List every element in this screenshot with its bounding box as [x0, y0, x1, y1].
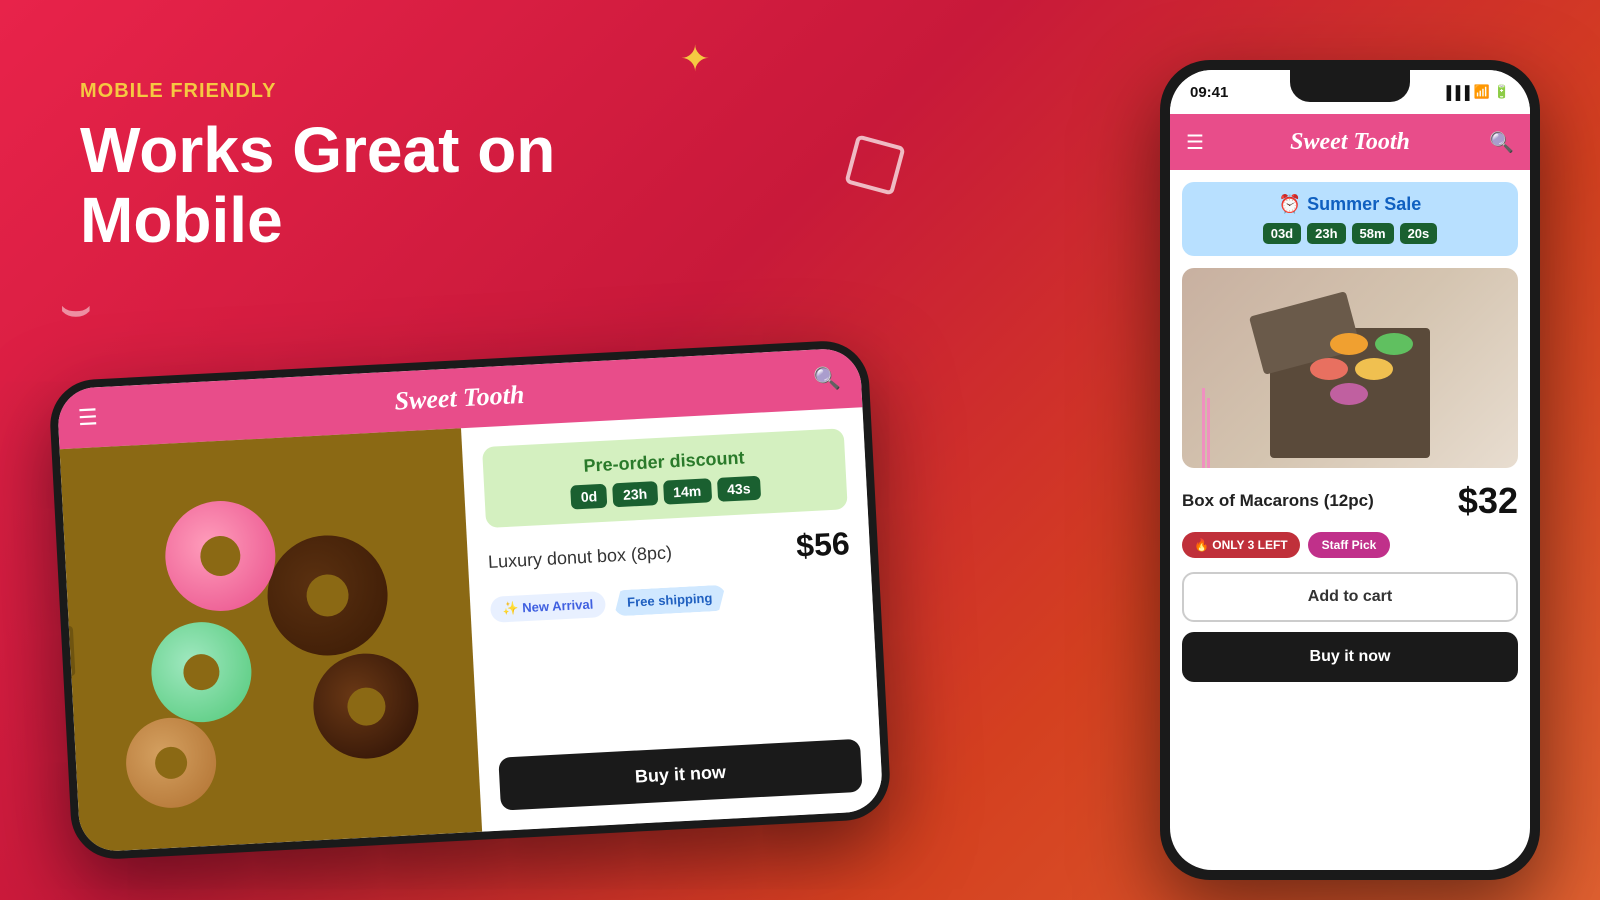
sale-label: Summer Sale — [1307, 194, 1421, 215]
smile-decoration: ⌣ — [60, 280, 92, 336]
ribbon-1 — [1202, 388, 1205, 468]
portrait-tags: 🔥 ONLY 3 LEFT Staff Pick — [1182, 532, 1518, 558]
macaron-purple — [1330, 383, 1368, 405]
countdown-seconds: 43s — [717, 476, 762, 502]
phone-notch — [1290, 70, 1410, 102]
wifi-icon: 📶 — [1474, 84, 1490, 100]
battery-icon: 🔋 — [1494, 84, 1510, 100]
status-time: 09:41 — [1190, 84, 1228, 101]
portrait-app-bar: ☰ Sweet Tooth 🔍 — [1170, 114, 1530, 170]
sale-banner: ⏰ Summer Sale 03d 23h 58m 20s — [1182, 182, 1518, 256]
preorder-box: Pre-order discount 0d 23h 14m 43s — [482, 428, 848, 528]
landscape-product-price: $56 — [795, 525, 850, 565]
countdown-hours: 23h — [612, 481, 657, 507]
macaron-green — [1375, 333, 1413, 355]
donut-chocolate-2 — [311, 651, 421, 761]
donut-striped — [124, 716, 219, 811]
diamond-decoration — [844, 134, 905, 195]
ribbon-2 — [1207, 398, 1210, 468]
landscape-tags: ✨ New Arrival Free shipping — [490, 578, 853, 623]
landscape-buy-button[interactable]: Buy it now — [498, 739, 862, 811]
product-card: Box of Macarons (12pc) $32 🔥 ONLY 3 LEFT… — [1182, 268, 1518, 858]
main-heading: Works Great on Mobile — [80, 115, 680, 256]
macaron-box — [1270, 328, 1430, 458]
phone-landscape: ☰ Sweet Tooth 🔍 Pre-order — [48, 339, 892, 861]
landscape-product-row: Luxury donut box (8pc) $56 — [487, 521, 851, 585]
sale-minutes: 58m — [1352, 223, 1394, 244]
landscape-search-icon[interactable]: 🔍 — [813, 365, 842, 392]
donut-image-area — [60, 428, 483, 852]
sale-seconds: 20s — [1400, 223, 1438, 244]
status-icons: ▐▐▐ 📶 🔋 — [1442, 84, 1510, 100]
portrait-product-name: Box of Macarons (12pc) — [1182, 491, 1374, 511]
phone-portrait: 09:41 ▐▐▐ 📶 🔋 ☰ Sweet Tooth 🔍 ⏰ Summer S… — [1160, 60, 1540, 880]
landscape-app-title: Sweet Tooth — [394, 380, 525, 417]
signal-icon: ▐▐▐ — [1442, 85, 1470, 100]
sale-hours: 23h — [1307, 223, 1345, 244]
new-arrival-tag: ✨ New Arrival — [490, 591, 606, 623]
landscape-product-name: Luxury donut box (8pc) — [488, 542, 673, 573]
macaron-yellow — [1355, 358, 1393, 380]
macaron-orange — [1330, 333, 1368, 355]
portrait-search-icon[interactable]: 🔍 — [1489, 130, 1514, 155]
donut-display — [60, 428, 483, 852]
sale-title: ⏰ Summer Sale — [1198, 194, 1502, 215]
phone-portrait-inner: 09:41 ▐▐▐ 📶 🔋 ☰ Sweet Tooth 🔍 ⏰ Summer S… — [1170, 70, 1530, 870]
portrait-menu-icon[interactable]: ☰ — [1186, 130, 1204, 155]
portrait-buy-button[interactable]: Buy it now — [1182, 632, 1518, 682]
star-decoration: ✦ — [680, 38, 710, 80]
donut-pink — [163, 498, 279, 614]
portrait-app-title: Sweet Tooth — [1290, 129, 1410, 156]
countdown-days: 0d — [570, 484, 608, 510]
macaron-red — [1310, 358, 1348, 380]
portrait-product-price: $32 — [1458, 480, 1518, 522]
landscape-content: Pre-order discount 0d 23h 14m 43s Luxury… — [60, 407, 884, 853]
sale-days: 03d — [1263, 223, 1301, 244]
macaron-image — [1182, 268, 1518, 468]
phone-landscape-inner: ☰ Sweet Tooth 🔍 Pre-order — [56, 347, 883, 852]
free-shipping-tag: Free shipping — [613, 585, 727, 617]
countdown-minutes: 14m — [663, 478, 712, 504]
landscape-right-panel: Pre-order discount 0d 23h 14m 43s Luxury… — [461, 407, 884, 831]
fire-tag: 🔥 ONLY 3 LEFT — [1182, 532, 1300, 558]
sale-icon: ⏰ — [1279, 194, 1301, 215]
add-to-cart-button[interactable]: Add to cart — [1182, 572, 1518, 622]
left-content: MOBILE FRIENDLY Works Great on Mobile — [80, 80, 680, 256]
staff-pick-tag: Staff Pick — [1308, 532, 1391, 558]
landscape-menu-icon[interactable]: ☰ — [77, 404, 98, 431]
portrait-product-info: Box of Macarons (12pc) $32 — [1182, 480, 1518, 522]
donut-chocolate-1 — [265, 532, 391, 658]
donut-mint — [149, 620, 254, 725]
mobile-friendly-label: MOBILE FRIENDLY — [80, 80, 680, 103]
sale-countdown: 03d 23h 58m 20s — [1198, 223, 1502, 244]
